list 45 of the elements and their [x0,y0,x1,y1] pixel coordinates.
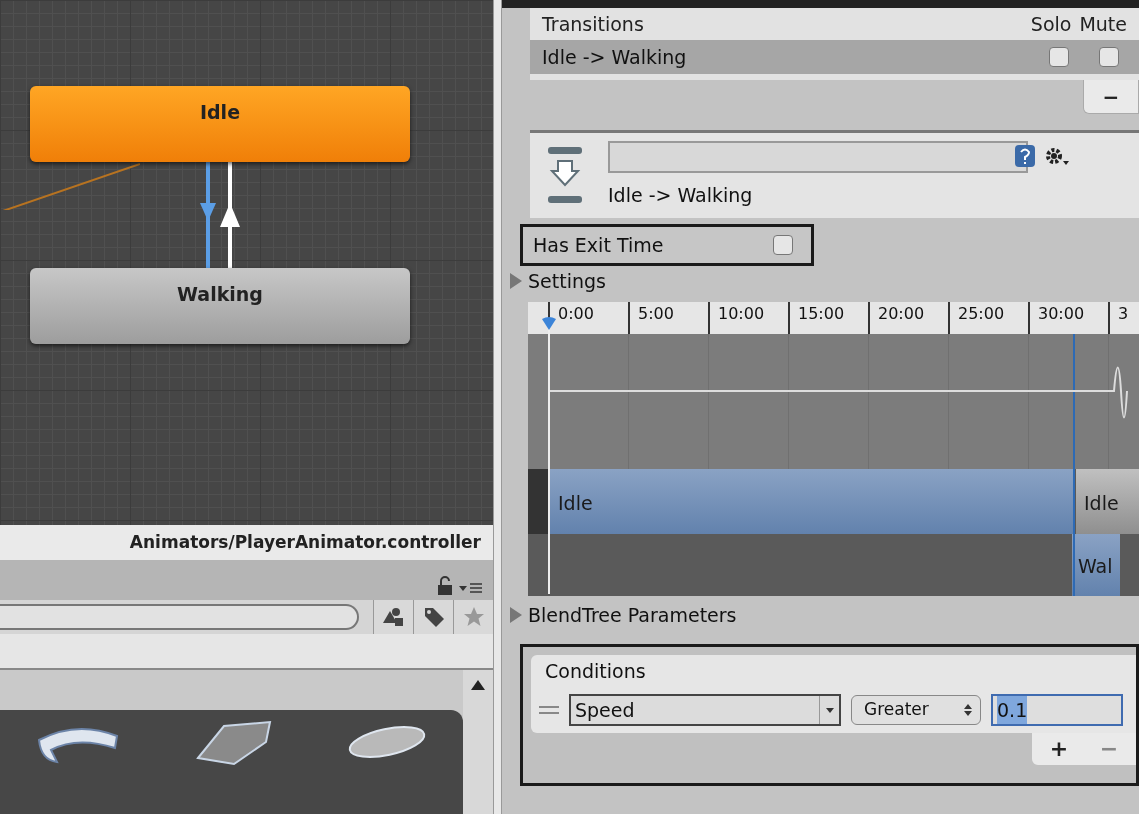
timeline-start-marker[interactable] [542,316,556,594]
state-node[interactable]: Idle [30,86,410,162]
state-node[interactable]: Walking [30,268,410,344]
updown-caret-icon [964,704,972,717]
help-icon[interactable] [1014,144,1036,170]
expand-triangle-icon[interactable] [510,607,522,623]
clip-bar[interactable]: Idle [550,469,1074,534]
transition-icon [548,147,582,203]
settings-foldout[interactable]: Settings [528,266,606,296]
transition-title: Idle -> Walking [608,183,754,208]
mode-dropdown[interactable]: Greater [851,695,981,725]
conditions-header: Conditions [545,658,646,684]
mute-checkbox[interactable] [1099,47,1119,67]
name-field[interactable] [608,141,1028,173]
filter-by-type-button[interactable] [373,600,413,634]
dropdown-caret-icon [825,707,834,713]
model-thumbnail[interactable] [193,718,274,766]
add-condition-button[interactable]: + [1036,733,1082,765]
transitions-header: Transitions [542,11,644,37]
parameter-dropdown[interactable]: Speed [569,694,841,726]
transition-end-line[interactable] [1071,334,1077,596]
star-icon [462,606,485,628]
scroll-up-icon[interactable] [471,680,485,690]
timeline-gutter [528,469,550,534]
solo-checkbox[interactable] [1049,47,1069,67]
has-exit-time-label: Has Exit Time [533,232,664,258]
tag-icon [422,606,445,628]
asset-path: Animators/PlayerAnimator.controller [129,530,481,554]
menu-icon[interactable] [459,580,483,596]
remove-transition-button[interactable]: − [1083,80,1139,114]
lock-icon[interactable] [437,576,453,596]
clip-bar[interactable]: Wal [1072,534,1120,596]
shapes-icon [382,607,405,627]
clip-bar[interactable]: Idle [1076,469,1139,534]
has-exit-time-checkbox[interactable] [773,235,793,255]
value-field[interactable]: 0.1 [991,694,1123,726]
drag-handle-icon[interactable] [539,706,559,714]
transition-row[interactable]: Idle -> Walking [530,40,1139,80]
search-field[interactable] [0,604,359,630]
scrollbar[interactable] [463,670,493,814]
blendtree-foldout[interactable]: BlendTree Parameters [528,600,737,630]
filter-by-label-button[interactable] [413,600,453,634]
column-header: Solo [1030,11,1072,37]
column-header: Mute [1079,11,1127,37]
expand-triangle-icon[interactable] [510,273,522,289]
